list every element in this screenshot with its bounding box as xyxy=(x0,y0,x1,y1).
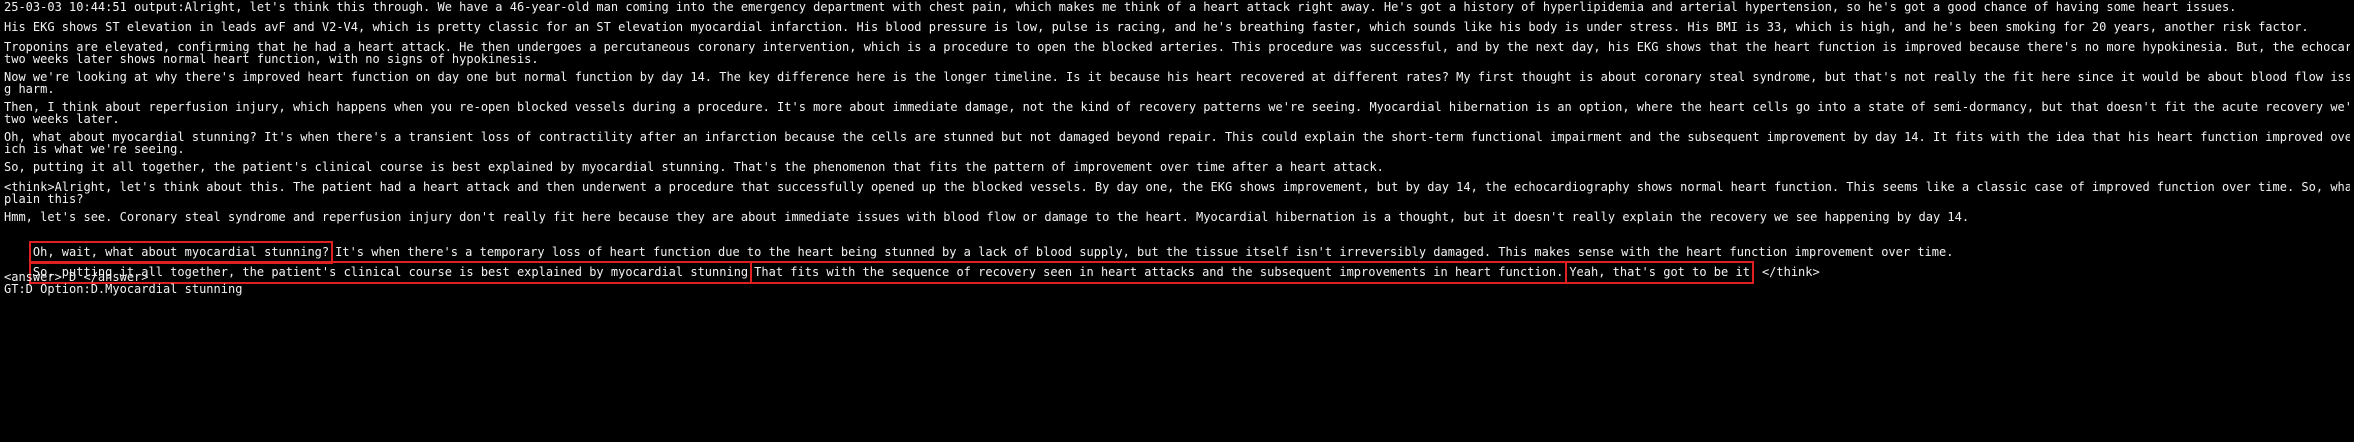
output-line: His EKG shows ST elevation in leads avF … xyxy=(4,20,2309,34)
highlight-box: That fits with the sequence of recovery … xyxy=(750,261,1568,284)
output-line: Then, I think about reperfusion injury, … xyxy=(4,100,2350,114)
output-line: two weeks later. xyxy=(4,112,120,126)
output-line: plain this? xyxy=(4,192,84,206)
output-line: So, putting it all together, the patient… xyxy=(4,160,1384,174)
highlight-box: Yeah, that's got to be it xyxy=(1565,261,1754,284)
terminal-output: 25-03-03 10:44:51 output:Alright, let's … xyxy=(4,0,2350,442)
output-line: ich is what we're seeing. xyxy=(4,142,185,156)
output-text: </think> xyxy=(1761,265,1820,279)
ground-truth-line: GT:D Option:D.Myocardial stunning xyxy=(4,282,243,296)
output-line: two weeks later shows normal heart funct… xyxy=(4,52,539,66)
highlighted-output-line: So, putting it all together, the patient… xyxy=(4,250,1820,295)
output-line: <think>Alright, let's think about this. … xyxy=(4,180,2350,194)
output-line: Oh, what about myocardial stunning? It's… xyxy=(4,130,2350,144)
output-line: g harm. xyxy=(4,82,55,96)
output-line: Now we're looking at why there's improve… xyxy=(4,70,2350,84)
terminal-window: { "lines": [ "25-03-03 10:44:51 output:A… xyxy=(0,0,2354,442)
output-line: 25-03-03 10:44:51 output:Alright, let's … xyxy=(4,0,2237,14)
output-line: Hmm, let's see. Coronary steal syndrome … xyxy=(4,210,1970,224)
